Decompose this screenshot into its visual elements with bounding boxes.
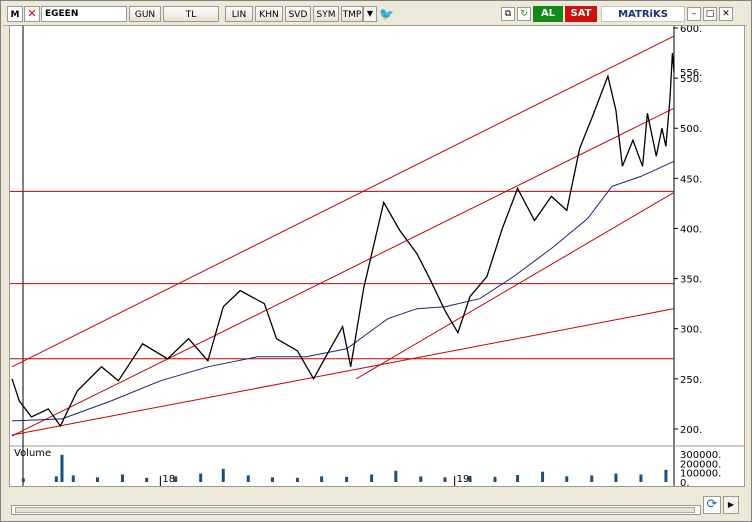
- volume-bar: [468, 475, 472, 482]
- volume-bar: [639, 474, 643, 482]
- volume-bar: [320, 476, 324, 482]
- y-tick-label: 300.: [680, 325, 702, 336]
- channel-line: [11, 35, 675, 368]
- bottom-bar: ⟳ ▶: [9, 487, 743, 517]
- volume-bar: [394, 470, 398, 482]
- maximize-icon[interactable]: □: [703, 7, 717, 21]
- volume-bar: [246, 475, 250, 482]
- y-tick-label: 250.: [680, 375, 702, 386]
- x-tick-label: 18: [162, 474, 175, 485]
- volume-bar: [145, 477, 149, 482]
- y-tick-label: 600.: [680, 26, 702, 35]
- volume-bar: [565, 476, 569, 482]
- volume-bar: [590, 475, 594, 482]
- volume-tick-label: 0.: [680, 478, 690, 486]
- minimize-icon[interactable]: –: [687, 7, 701, 21]
- m-button[interactable]: M: [7, 6, 23, 22]
- channel-line: [356, 191, 675, 380]
- volume-bar: [345, 476, 349, 482]
- refresh-icon[interactable]: ↻: [517, 7, 531, 21]
- x-tick-label: 19: [457, 474, 470, 485]
- volume-bar: [221, 468, 225, 482]
- sync-icon[interactable]: ⟳: [703, 496, 721, 514]
- sell-button[interactable]: SAT: [565, 6, 597, 22]
- price-chart[interactable]: 200.250.300.350.400.450.500.550.600.556.…: [10, 26, 744, 486]
- symbol-input[interactable]: EGEEN: [41, 6, 127, 22]
- volume-bar: [60, 454, 64, 482]
- volume-bar: [199, 473, 203, 482]
- last-price-label: 556.: [680, 68, 702, 79]
- volume-bar: [270, 477, 274, 482]
- chart-panel[interactable]: 200. 250. 300. 350. 400. 450. 500. 550. 600. 556.…: [9, 25, 745, 487]
- volume-label: Volume: [14, 448, 51, 459]
- volume-bar: [54, 476, 58, 482]
- period-button[interactable]: GUN: [129, 6, 161, 22]
- chart-toolbar: M ✕ EGEEN GUN TL LIN KHN SVD SYM TMP ▼ 🐦…: [3, 3, 747, 26]
- y-tick-label: 500.: [680, 124, 702, 135]
- sym-button[interactable]: SYM: [313, 6, 339, 22]
- y-tick-label: 350.: [680, 275, 702, 286]
- link-icon[interactable]: ⧉: [501, 7, 515, 21]
- y-tick-label: 450.: [680, 174, 702, 185]
- linear-scale-button[interactable]: LIN: [225, 6, 253, 22]
- volume-bar: [493, 476, 497, 482]
- volume-bar: [21, 478, 25, 482]
- volume-bar: [419, 476, 423, 482]
- volume-bar: [443, 477, 447, 482]
- horizontal-scrollbar[interactable]: [11, 505, 701, 515]
- close-symbol-icon[interactable]: ✕: [24, 6, 40, 22]
- channel-line: [11, 107, 675, 437]
- price-line: [11, 53, 675, 428]
- khn-button[interactable]: KHN: [255, 6, 283, 22]
- buy-button[interactable]: AL: [533, 6, 563, 22]
- template-dropdown-arrow-icon[interactable]: ▼: [363, 6, 377, 22]
- volume-bar: [174, 476, 178, 482]
- moving-average-line: [11, 160, 675, 422]
- volume-bar: [295, 477, 299, 482]
- y-tick-label: 400.: [680, 224, 702, 235]
- y-tick-label: 200.: [680, 425, 702, 436]
- brand-logo: MATRiKS: [601, 6, 685, 22]
- scrollbar-thumb[interactable]: [15, 507, 695, 513]
- currency-button[interactable]: TL: [163, 6, 219, 22]
- volume-bar: [541, 471, 545, 482]
- volume-bar: [71, 475, 75, 482]
- scroll-right-icon[interactable]: ▶: [723, 496, 739, 514]
- template-button[interactable]: TMP: [341, 6, 363, 22]
- svd-button[interactable]: SVD: [285, 6, 311, 22]
- volume-bar: [120, 474, 124, 482]
- volume-bar: [614, 473, 618, 482]
- volume-bar: [95, 477, 99, 482]
- close-window-icon[interactable]: ✕: [719, 7, 733, 21]
- twitter-icon[interactable]: 🐦: [379, 7, 394, 21]
- volume-bar: [516, 474, 520, 482]
- volume-bar: [664, 469, 668, 482]
- chart-window: M ✕ EGEEN GUN TL LIN KHN SVD SYM TMP ▼ 🐦…: [0, 0, 752, 522]
- volume-bar: [370, 474, 374, 482]
